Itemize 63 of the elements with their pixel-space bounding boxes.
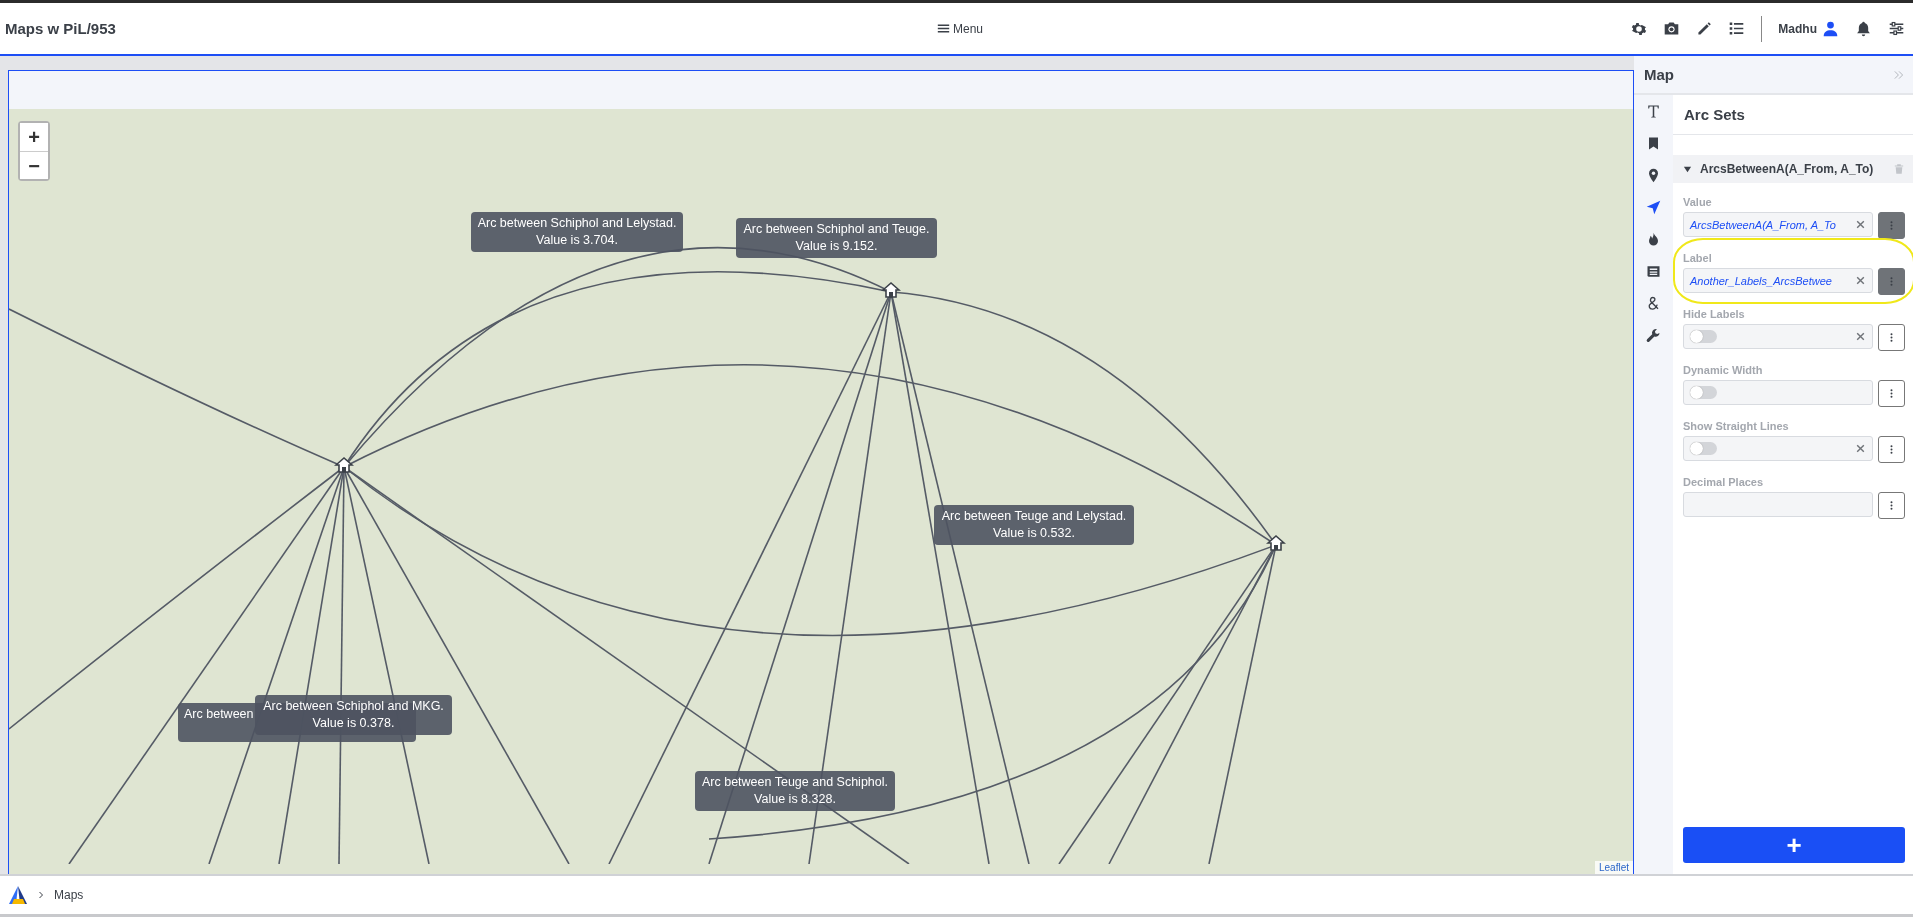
breadcrumb-link[interactable]: Maps xyxy=(54,888,84,902)
toggle-field[interactable] xyxy=(1683,436,1873,461)
pin-icon[interactable] xyxy=(1646,168,1661,183)
map-tooltip: Arc between Teuge and Lelystad. Value is 0.532. xyxy=(934,505,1134,545)
field-label: Show Straight Lines xyxy=(1683,420,1790,432)
options-button[interactable] xyxy=(1878,380,1905,407)
toggle-switch[interactable] xyxy=(1690,386,1717,399)
close-icon[interactable] xyxy=(1855,219,1866,230)
add-button[interactable]: + xyxy=(1683,827,1905,863)
bell-icon[interactable] xyxy=(1855,20,1872,37)
list-icon[interactable] xyxy=(1728,20,1746,37)
close-icon[interactable] xyxy=(1855,443,1866,454)
toggle-switch[interactable] xyxy=(1690,442,1717,455)
text-icon[interactable] xyxy=(1646,104,1661,119)
arc-set-name: ArcsBetweenA(A_From, A_To) xyxy=(1700,162,1875,176)
app-title: Maps w PiL/953 xyxy=(5,20,117,37)
arc-set-header[interactable]: ArcsBetweenA(A_From, A_To) xyxy=(1673,155,1913,183)
fire-icon[interactable] xyxy=(1646,232,1661,247)
user-icon[interactable] xyxy=(1822,20,1839,37)
marker-icon[interactable] xyxy=(334,455,354,475)
marker-icon[interactable] xyxy=(881,280,901,300)
close-icon[interactable] xyxy=(1855,331,1866,342)
sliders-icon[interactable] xyxy=(1888,20,1905,37)
map-tooltip: Arc between Schiphol and Teuge. Value is 9.152. xyxy=(736,218,937,258)
chevron-icon xyxy=(36,890,46,900)
user-name[interactable]: Madhu xyxy=(1778,21,1817,36)
map-tooltip: Arc between Schiphol and Lelystad. Value is 3.704. xyxy=(471,212,683,252)
options-button[interactable] xyxy=(1878,212,1905,239)
newspaper-icon[interactable] xyxy=(1646,264,1661,279)
input-field[interactable]: ArcsBetweenA(A_From, A_To xyxy=(1683,212,1873,237)
field-label: Label xyxy=(1683,252,1713,264)
options-button[interactable] xyxy=(1878,324,1905,351)
map-tooltip: Arc between Schiphol and MKG. Value is 0.378. xyxy=(255,695,452,735)
logo-icon[interactable] xyxy=(8,885,28,905)
section-title: Arc Sets xyxy=(1673,95,1913,135)
options-button[interactable] xyxy=(1878,436,1905,463)
camera-icon[interactable] xyxy=(1663,20,1681,37)
field-label: Decimal Places xyxy=(1683,476,1765,488)
settings-icon[interactable] xyxy=(1631,20,1648,37)
input-field[interactable] xyxy=(1683,492,1873,517)
toggle-field[interactable] xyxy=(1683,324,1873,349)
menu-button[interactable]: Menu xyxy=(935,19,986,38)
field-value: Another_Labels_ArcsBetwee xyxy=(1690,274,1833,287)
map-tooltip: Arc between Teuge and Schiphol. Value is 8.328. xyxy=(695,771,895,811)
input-field[interactable]: Another_Labels_ArcsBetwee xyxy=(1683,268,1873,293)
ampersand-icon[interactable] xyxy=(1646,296,1661,311)
toggle-field[interactable] xyxy=(1683,380,1873,405)
marker-icon[interactable] xyxy=(1266,533,1286,553)
wrench-icon[interactable] xyxy=(1646,328,1661,343)
close-icon[interactable] xyxy=(1855,275,1866,286)
zoom-out-button[interactable]: − xyxy=(20,151,48,179)
field-label: Value xyxy=(1683,196,1713,208)
navigation-icon[interactable] xyxy=(1646,200,1661,215)
pencil-icon[interactable] xyxy=(1696,20,1713,37)
panel-title: Map xyxy=(1644,66,1674,83)
attribution-link[interactable]: Leaflet xyxy=(1594,861,1633,874)
field-label: Hide Labels xyxy=(1683,308,1746,320)
field-value: ArcsBetweenA(A_From, A_To xyxy=(1690,218,1837,231)
toggle-switch[interactable] xyxy=(1690,330,1717,343)
hamburger-icon xyxy=(937,22,950,35)
field-label: Dynamic Width xyxy=(1683,364,1764,376)
options-button[interactable] xyxy=(1878,492,1905,519)
bookmark-icon[interactable] xyxy=(1646,136,1661,151)
